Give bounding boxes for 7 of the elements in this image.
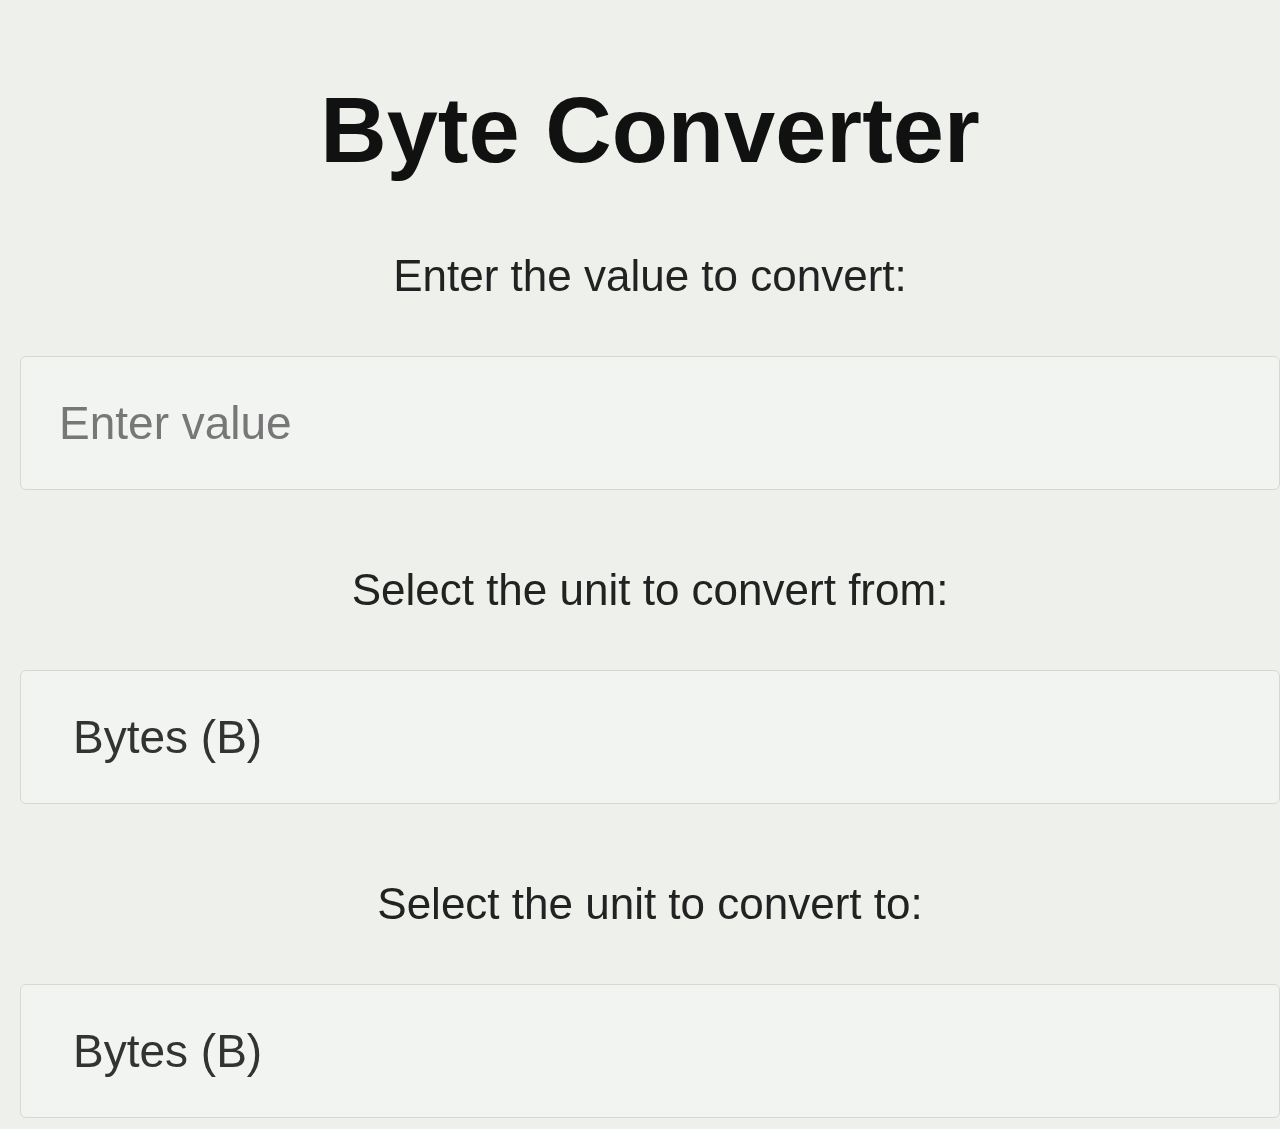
value-input[interactable]: Enter value [20, 356, 1280, 491]
unit-select[interactable]: Bytes (B) [20, 670, 1280, 805]
field-label: Select the unit to convert from: [351, 565, 949, 616]
unit-select[interactable]: Bytes (B) [20, 984, 1280, 1119]
field-label: Enter the value to convert: [393, 251, 907, 302]
page-title: Byte Converter [319, 80, 981, 182]
field-label: Select the unit to convert to: [377, 879, 923, 930]
